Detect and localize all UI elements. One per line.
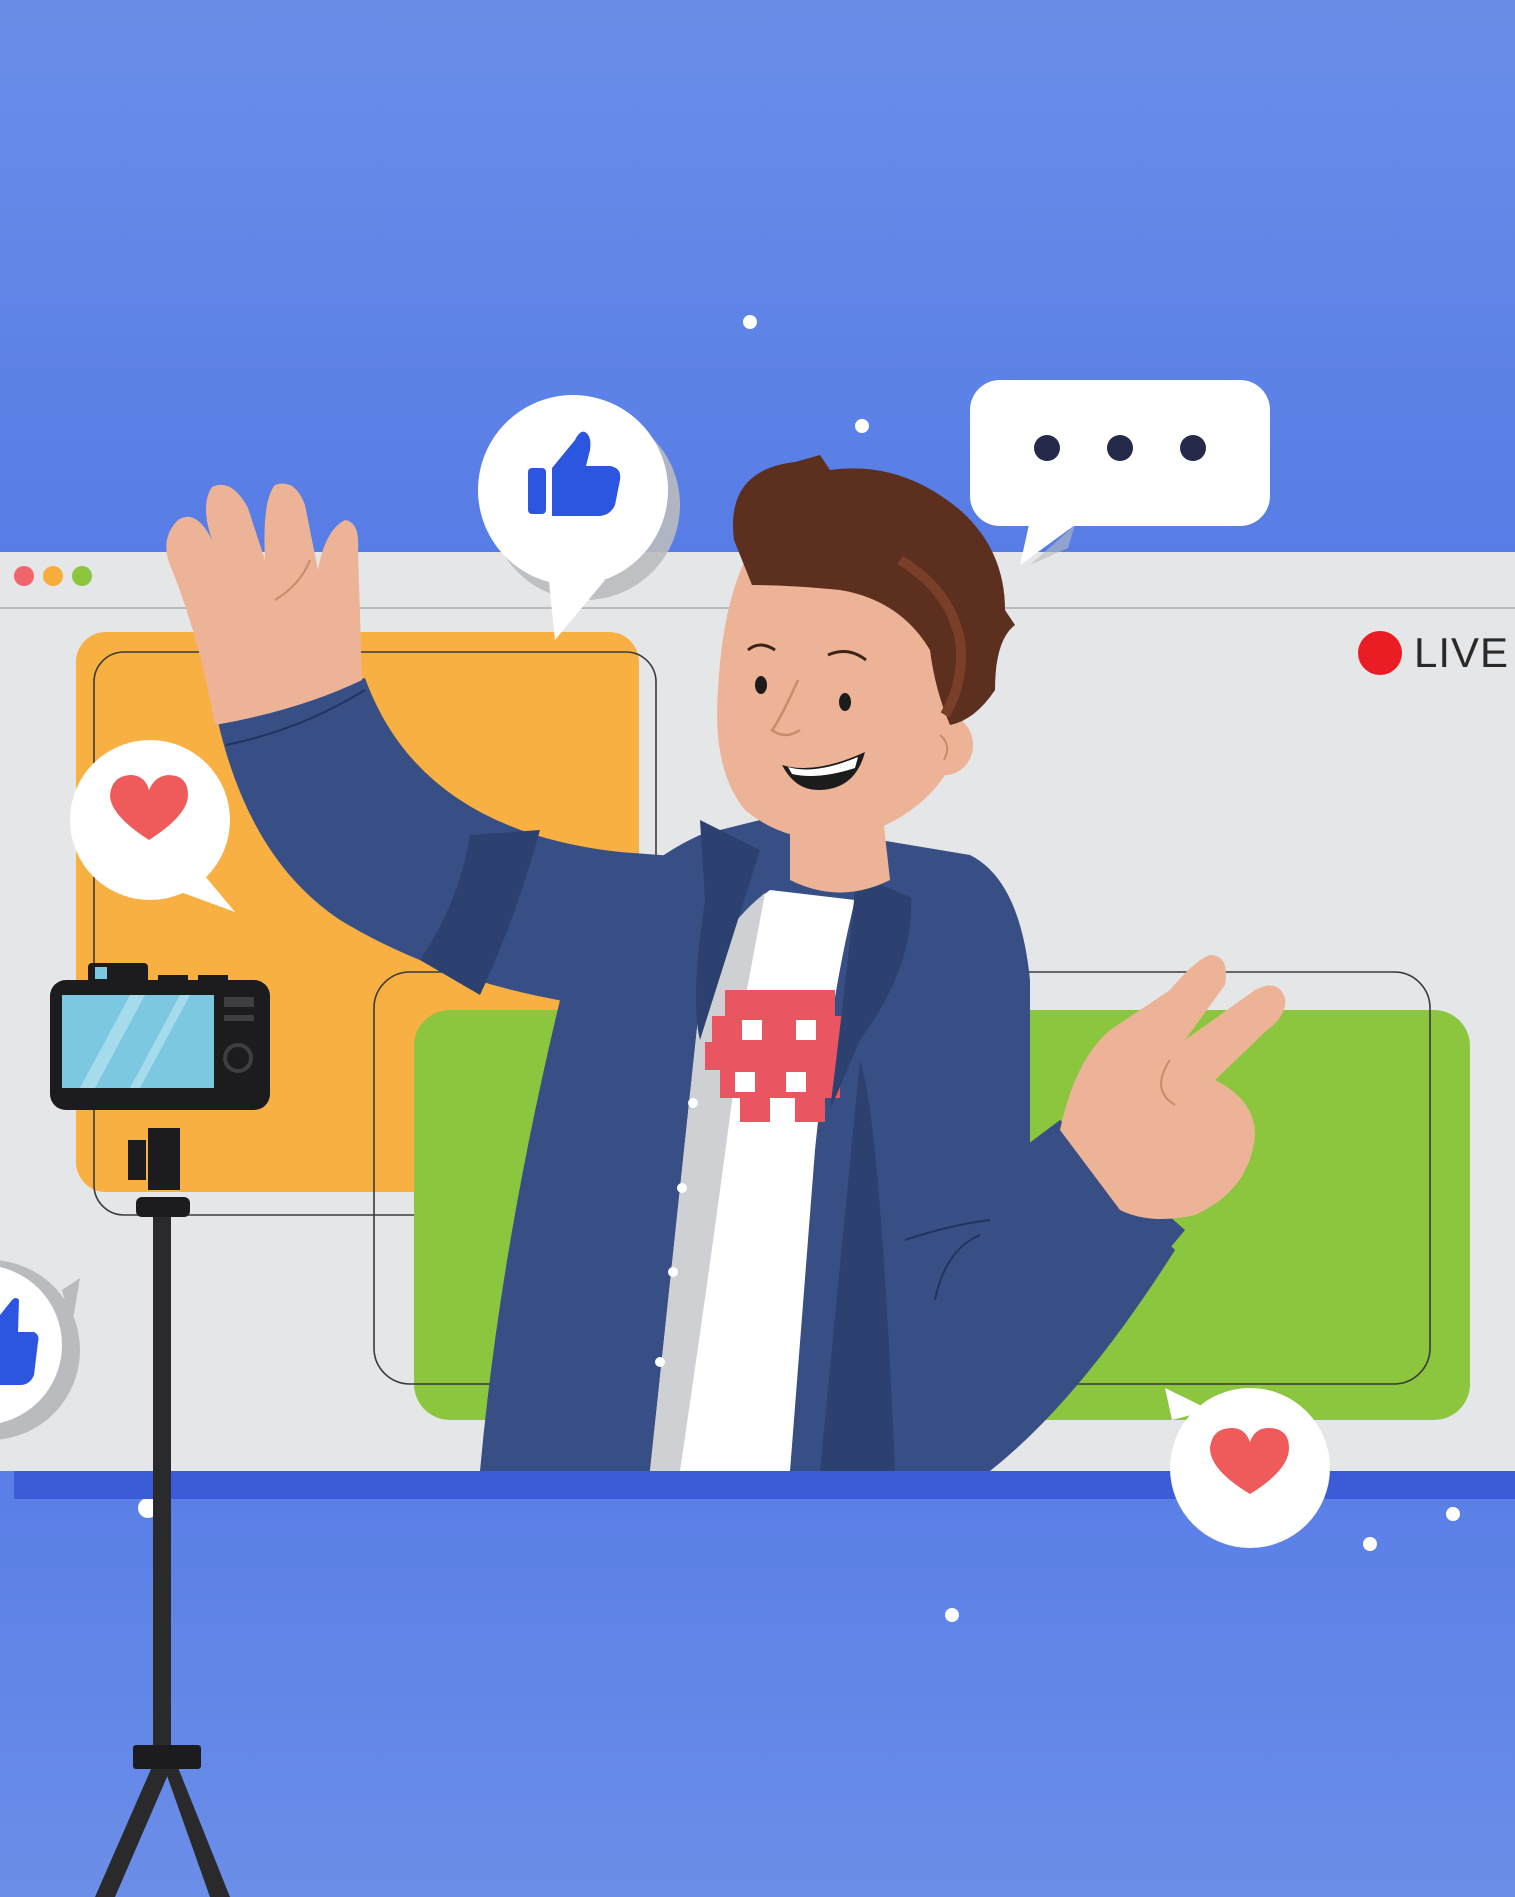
illustration-canvas — [0, 0, 1515, 1897]
yellow-dot-icon — [43, 566, 63, 586]
live-dot-icon — [1358, 631, 1402, 675]
left-eye — [755, 676, 767, 694]
window-controls — [14, 566, 92, 586]
green-dot-icon — [72, 566, 92, 586]
live-label: LIVE — [1414, 629, 1510, 676]
right-eye — [839, 693, 851, 711]
live-indicator: LIVE — [1358, 628, 1509, 678]
red-dot-icon — [14, 566, 34, 586]
live-stream-illustration: LIVE — [0, 0, 1515, 1897]
